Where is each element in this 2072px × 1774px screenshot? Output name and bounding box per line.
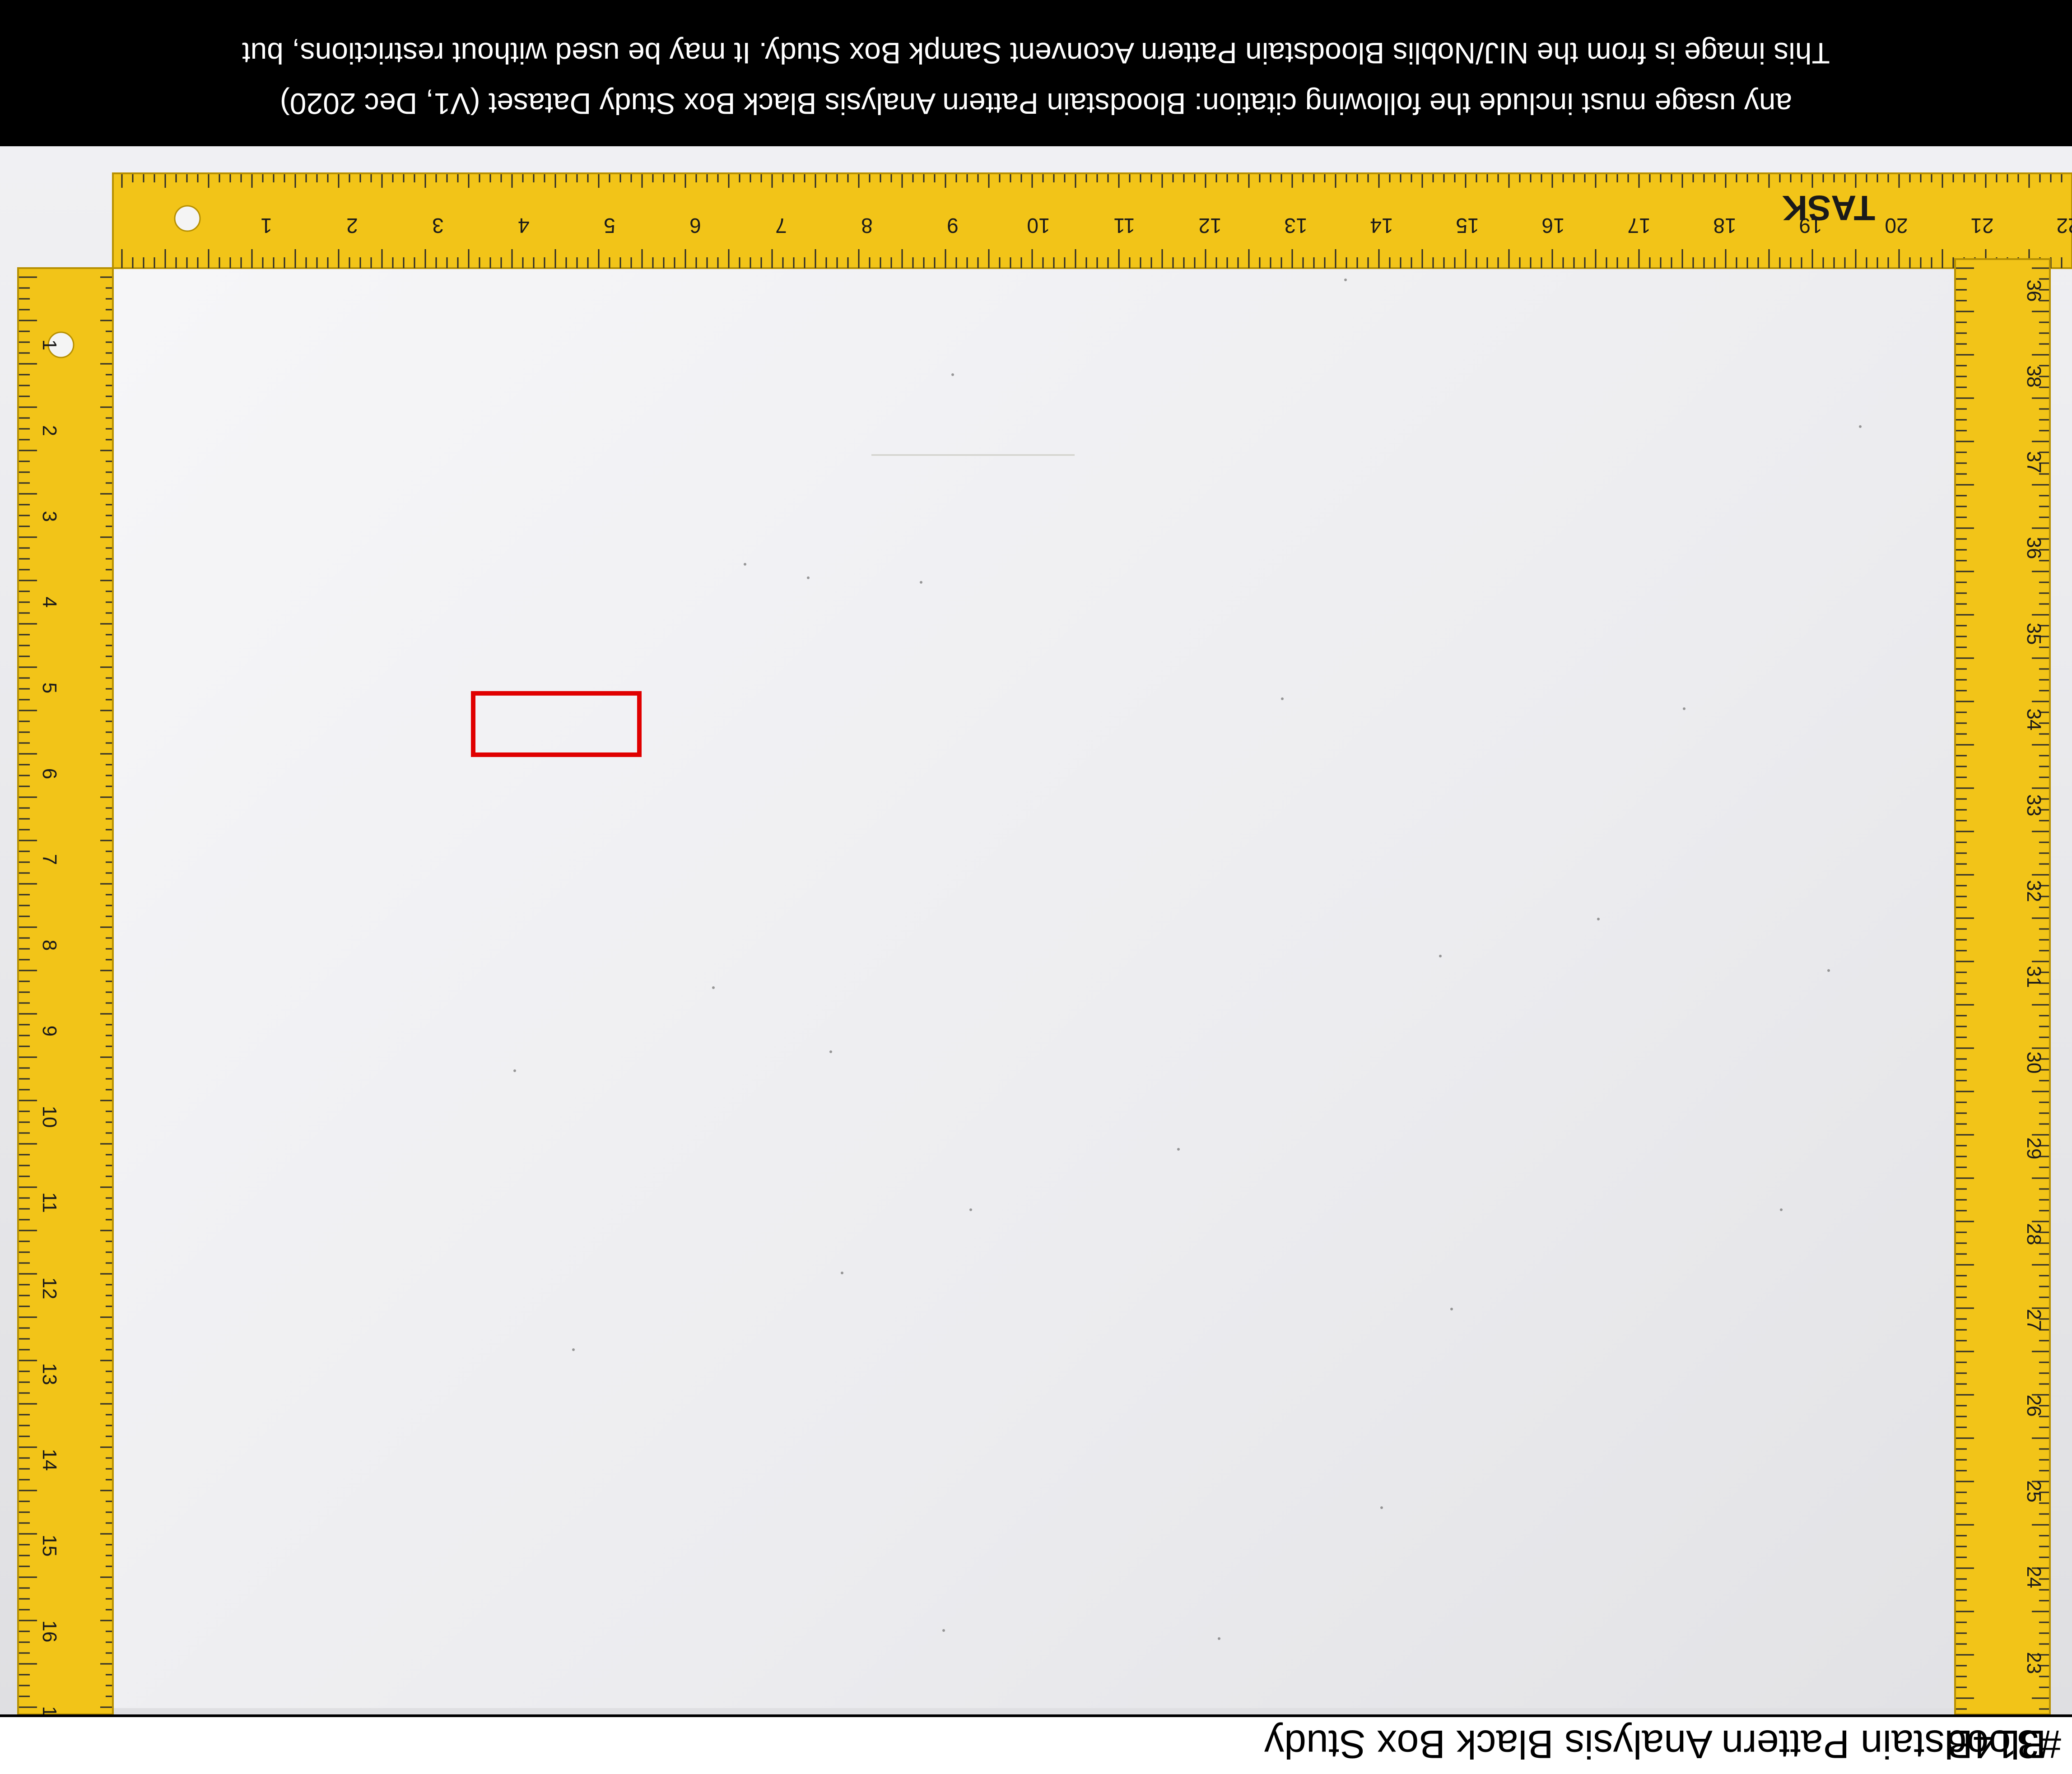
top-ruler-inch-label: 6 — [689, 214, 701, 237]
top-ruler: 1234567891011121314151617181920212223TAS… — [112, 172, 2072, 269]
top-ruler-inch-label: 5 — [604, 214, 615, 237]
right-ruler-inch-label: 38 — [2023, 366, 2045, 388]
top-ruler-inch-label: 14 — [1370, 214, 1393, 237]
top-ruler-inch-label: 9 — [947, 214, 959, 237]
top-ruler-inch-label: 17 — [1627, 214, 1650, 237]
stain-speck — [1344, 279, 1347, 281]
right-ruler-inch-label: 36 — [2023, 537, 2045, 559]
right-ruler-inch-label: 25 — [2023, 1481, 2045, 1503]
top-ruler-inch-label: 1 — [261, 214, 272, 237]
top-ruler-inch-label: 11 — [1113, 214, 1135, 237]
ruler-hole — [174, 205, 201, 232]
top-ruler-inch-label: 3 — [432, 214, 444, 237]
stain-speck — [1218, 1637, 1220, 1640]
speck-group — [513, 279, 1862, 1640]
right-ruler-inch-label: 32 — [2023, 880, 2045, 902]
right-ruler-inch-label: 28 — [2023, 1223, 2045, 1245]
left-ruler-inch-label: 5 — [38, 683, 61, 693]
citation-line-1: This image is from the NIJ/Noblis Bloods… — [242, 37, 1830, 70]
left-ruler-inch-label: 14 — [38, 1449, 61, 1471]
right-ruler-inch-label: 36 — [2023, 280, 2045, 302]
stain-speck — [1827, 969, 1830, 972]
left-ruler-inch-label: 8 — [38, 940, 61, 951]
left-ruler-inch-label: 15 — [38, 1535, 61, 1557]
right-ruler-inch-label: 34 — [2023, 709, 2045, 731]
left-ruler-inch-label: 6 — [38, 768, 61, 779]
left-ruler-inch-label: 16 — [38, 1621, 61, 1643]
right-ruler-inch-label: 35 — [2023, 623, 2045, 645]
stain-speck — [1597, 918, 1600, 920]
footer-bar: Bloodstain Pattern Analysis Black Box St… — [0, 1714, 2072, 1774]
citation-banner: This image is from the NIJ/Noblis Bloods… — [0, 0, 2072, 146]
top-ruler-inch-label: 21 — [1970, 214, 1993, 237]
stain-speck — [807, 576, 810, 579]
right-ruler-inch-label: 27 — [2023, 1309, 2045, 1331]
top-ruler-inch-label: 13 — [1284, 214, 1307, 237]
stain-speck — [829, 1050, 832, 1053]
right-ruler-inch-label: 31 — [2023, 966, 2045, 988]
left-ruler-inch-label: 3 — [38, 511, 61, 522]
top-ruler-inch-label: 22 — [2056, 214, 2072, 237]
left-ruler-inch-label: 10 — [38, 1106, 61, 1128]
stain-speck — [841, 1272, 843, 1274]
top-ruler-inch-label: 18 — [1713, 214, 1736, 237]
stain-speck — [513, 1069, 516, 1072]
stain-speck — [920, 581, 922, 584]
stain-speck — [744, 563, 746, 566]
top-ruler-inch-label: 15 — [1456, 214, 1479, 237]
right-ruler: 36 38 37 36 35 34 33 32 31 30 29 28 27 26 25 24 23 — [1954, 258, 2051, 1714]
stain-speck — [942, 1629, 945, 1632]
stain-speck — [572, 1348, 575, 1351]
left-ruler-inch-label: 17 — [38, 1706, 61, 1714]
left-ruler-inch-label: 11 — [38, 1192, 61, 1213]
top-ruler-inch-label: 7 — [775, 214, 787, 237]
stain-speck — [951, 373, 954, 376]
stain-speck — [1281, 697, 1284, 700]
left-ruler-body — [17, 267, 114, 1714]
right-ruler-inch-label: 33 — [2023, 794, 2045, 817]
stain-speck — [1380, 1506, 1383, 1509]
stain-speck — [969, 1208, 972, 1211]
top-ruler-inch-label: 16 — [1541, 214, 1564, 237]
top-ruler-inch-label: 8 — [861, 214, 873, 237]
stain-speck — [712, 986, 715, 989]
top-ruler-inch-label: 10 — [1027, 214, 1050, 237]
top-ruler-body — [112, 172, 2072, 269]
top-ruler-inch-label: 12 — [1198, 214, 1221, 237]
ruler-brand-logo: TASK — [1782, 188, 1876, 228]
right-ruler-inch-label: 30 — [2023, 1052, 2045, 1074]
citation-line-2: any usage must include the following cit… — [279, 87, 1793, 121]
stain-speck — [1859, 425, 1862, 428]
right-ruler-inch-label: 23 — [2023, 1652, 2045, 1674]
top-ruler-inch-label: 4 — [518, 214, 530, 237]
stain-speck — [1450, 1308, 1453, 1310]
highlight-box — [471, 691, 642, 757]
left-ruler-inch-label: 13 — [38, 1363, 61, 1385]
left-ruler-inch-label: 12 — [38, 1277, 61, 1300]
stain-speck — [1439, 955, 1442, 957]
study-title: Bloodstain Pattern Analysis Black Box St… — [1264, 1722, 2046, 1767]
top-ruler-inch-label: 2 — [346, 214, 358, 237]
left-ruler-inch-label: 2 — [38, 425, 61, 436]
right-ruler-inch-label: 29 — [2023, 1138, 2045, 1160]
left-ruler-inch-label: 9 — [38, 1026, 61, 1036]
right-ruler-inch-label: 24 — [2023, 1566, 2045, 1588]
left-ruler-inch-label: 7 — [38, 854, 61, 865]
stain-speck — [1177, 1148, 1180, 1151]
left-ruler: 1234567891011121314151617 — [17, 267, 114, 1714]
ruler-overlay: 1234567891011121314151617181920212223TAS… — [17, 172, 2072, 1714]
evidence-photo: 1234567891011121314151617181920212223TAS… — [0, 146, 2072, 1714]
right-ruler-inch-label: 26 — [2023, 1395, 2045, 1417]
left-ruler-inch-label: 4 — [38, 597, 61, 608]
sample-id: #314B — [1946, 1722, 2061, 1767]
right-ruler-inch-label: 37 — [2023, 451, 2045, 474]
stain-speck — [1683, 707, 1686, 710]
top-ruler-inch-label: 20 — [1885, 214, 1908, 237]
stain-speck — [1780, 1208, 1783, 1211]
left-ruler-inch-label: 1 — [38, 339, 61, 350]
